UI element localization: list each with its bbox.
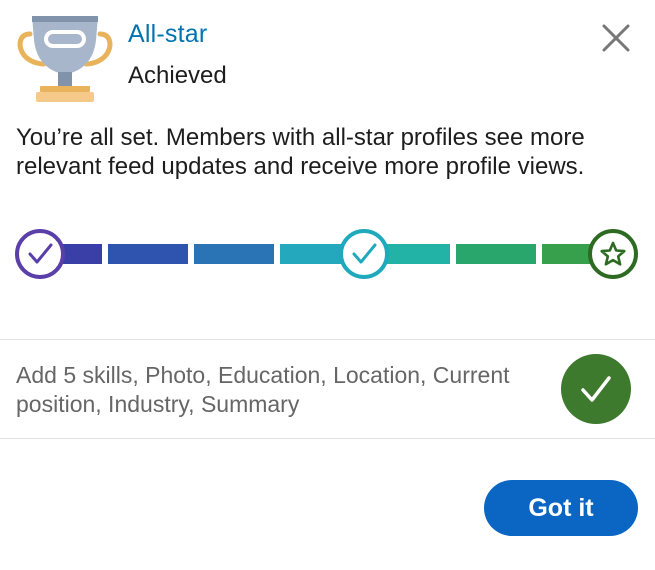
milestone-start-check-icon xyxy=(15,229,65,279)
got-it-button[interactable]: Got it xyxy=(484,480,638,536)
close-icon[interactable] xyxy=(596,18,636,58)
trophy-icon xyxy=(17,16,113,102)
achievement-title: All-star xyxy=(128,20,208,48)
check-icon xyxy=(581,376,611,402)
achievement-status: Achieved xyxy=(128,62,227,89)
meter-segment xyxy=(384,244,450,264)
profile-strength-meter xyxy=(15,229,638,279)
meter-segment xyxy=(280,244,344,264)
requirements-complete-badge xyxy=(561,354,631,424)
divider xyxy=(0,438,655,439)
meter-segment xyxy=(456,244,536,264)
meter-segment xyxy=(108,244,188,264)
milestone-middle-check-icon xyxy=(339,229,389,279)
divider xyxy=(0,339,655,340)
milestone-end-star-icon xyxy=(588,229,638,279)
requirements-text: Add 5 skills, Photo, Education, Location… xyxy=(16,362,510,417)
achievement-message: You’re all set. Members with all-star pr… xyxy=(16,124,585,180)
meter-segment xyxy=(194,244,274,264)
